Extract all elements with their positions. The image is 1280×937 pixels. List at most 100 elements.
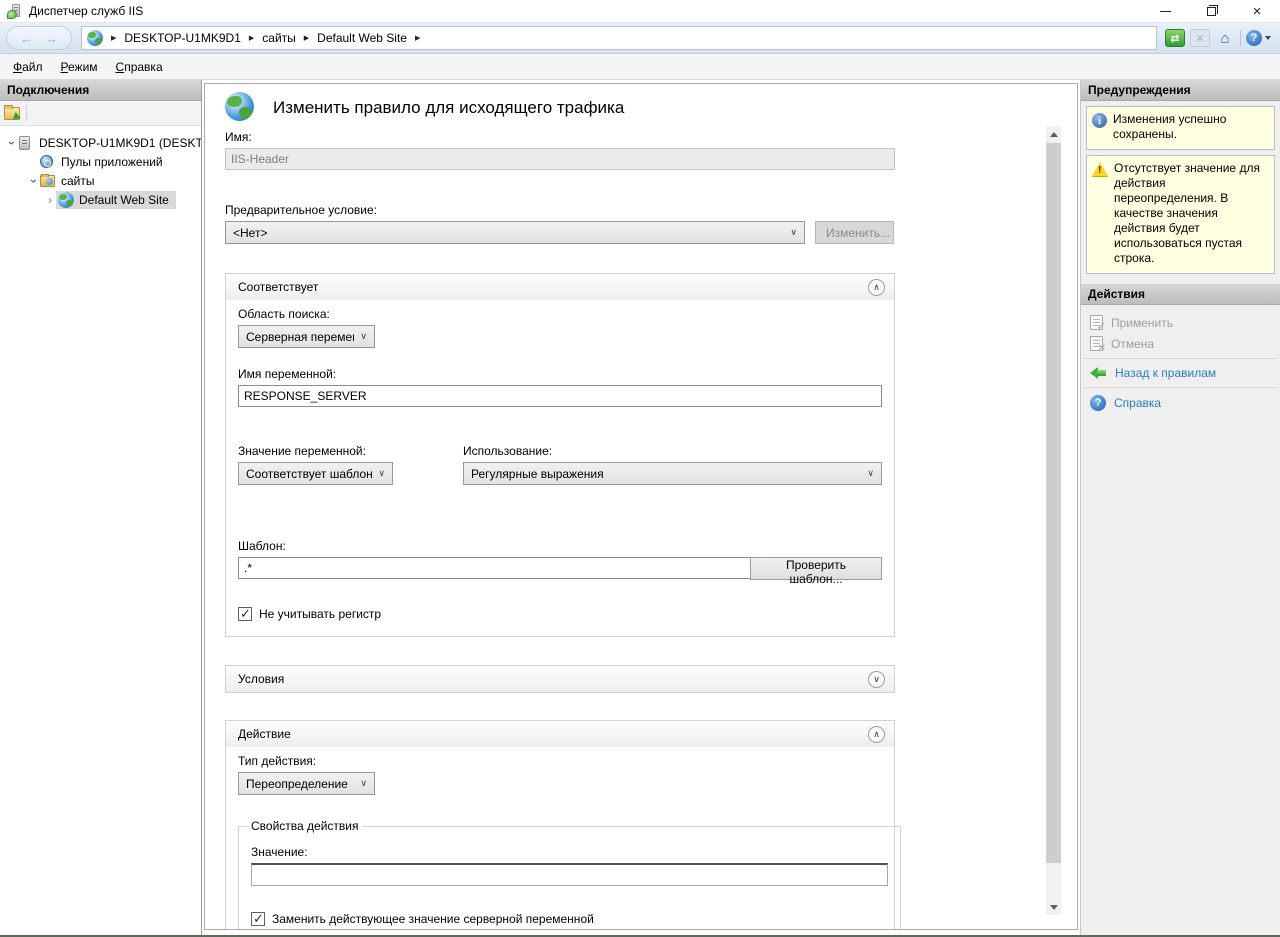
- collapse-icon[interactable]: [868, 279, 885, 296]
- tree-item-default-web-site[interactable]: Default Web Site: [0, 190, 201, 209]
- tree-item-label[interactable]: Пулы приложений: [61, 155, 166, 169]
- help-label[interactable]: Справка: [1114, 396, 1161, 410]
- content-wrap: Изменить правило для исходящего трафика …: [202, 80, 1080, 935]
- connections-toolbar: [0, 101, 201, 126]
- address-toolbar: ?: [1165, 29, 1271, 47]
- precondition-select[interactable]: <Нет>: [225, 221, 805, 244]
- scope-select[interactable]: Серверная переменн: [238, 325, 375, 348]
- scroll-down-icon[interactable]: [1046, 899, 1061, 915]
- server-icon: [19, 136, 30, 150]
- expand-icon[interactable]: [44, 193, 56, 207]
- page-globe-icon: [225, 92, 254, 121]
- precondition-value: <Нет>: [233, 226, 267, 240]
- pattern-label: Шаблон:: [238, 539, 882, 553]
- actions-divider: [1084, 387, 1277, 388]
- menu-help[interactable]: Справка: [107, 56, 172, 78]
- action-properties-group: Свойства действия Значение: Заменить дей…: [238, 819, 901, 930]
- warning-icon: [1092, 162, 1108, 176]
- tree-item-server[interactable]: DESKTOP-U1MK9D1 (DESKTOI: [0, 133, 201, 152]
- back-to-rules-link[interactable]: Назад к правилам: [1081, 363, 1280, 383]
- test-pattern-button[interactable]: Проверить шаблон...: [750, 557, 882, 580]
- menu-file[interactable]: Файл: [4, 56, 52, 78]
- scroll-up-icon[interactable]: [1046, 126, 1061, 142]
- apply-button: Применить: [1081, 312, 1280, 333]
- page-title: Изменить правило для исходящего трафика: [273, 98, 624, 118]
- home-icon[interactable]: [1215, 29, 1235, 47]
- expand-icon[interactable]: [868, 671, 885, 688]
- toolbar-divider: [1240, 30, 1241, 46]
- replace-value-checkbox[interactable]: [251, 912, 265, 926]
- apply-label: Применить: [1111, 316, 1173, 330]
- collapse-icon[interactable]: [28, 174, 40, 188]
- selected-tree-item[interactable]: Default Web Site: [56, 191, 176, 209]
- conditions-section-title: Условия: [238, 672, 284, 686]
- refresh-icon[interactable]: [1165, 29, 1185, 47]
- replace-value-label: Заменить действующее значение серверной …: [272, 912, 594, 926]
- restore-button[interactable]: [1188, 0, 1234, 22]
- titlebar: Диспетчер служб IIS ×: [0, 0, 1280, 22]
- back-to-rules-label[interactable]: Назад к правилам: [1115, 366, 1216, 380]
- breadcrumb-sites[interactable]: сайты: [262, 31, 296, 45]
- chevron-down-icon: [360, 778, 367, 789]
- variable-value-select[interactable]: Соответствует шаблону: [238, 462, 393, 485]
- variable-name-label: Имя переменной:: [238, 367, 882, 381]
- minimize-button[interactable]: [1142, 0, 1188, 22]
- action-value-input[interactable]: [251, 863, 888, 886]
- collapse-icon[interactable]: [868, 726, 885, 743]
- breadcrumb-arrow-icon[interactable]: [304, 34, 309, 42]
- action-type-label: Тип действия:: [238, 754, 882, 768]
- name-input: [225, 148, 895, 170]
- conditions-section-header[interactable]: Условия: [226, 666, 894, 692]
- edit-outbound-rule-page: Изменить правило для исходящего трафика …: [204, 83, 1078, 930]
- iis-manager-window: Диспетчер служб IIS × ← → DESKTOP-U1MK9D…: [0, 0, 1280, 937]
- tree-item-label[interactable]: сайты: [61, 174, 98, 188]
- cancel-icon: [1090, 336, 1103, 351]
- match-section-header[interactable]: Соответствует: [226, 274, 894, 300]
- actions-divider: [1084, 358, 1277, 359]
- breadcrumb[interactable]: DESKTOP-U1MK9D1 сайты Default Web Site: [81, 26, 1157, 50]
- action-type-select[interactable]: Переопределение: [238, 772, 375, 795]
- cancel-button: Отмена: [1081, 333, 1280, 354]
- ignore-case-checkbox[interactable]: [238, 607, 252, 621]
- breadcrumb-server[interactable]: DESKTOP-U1MK9D1: [124, 31, 240, 45]
- tree-item-app-pools[interactable]: Пулы приложений: [0, 152, 201, 171]
- close-button[interactable]: ×: [1234, 0, 1280, 22]
- vertical-scrollbar[interactable]: [1046, 126, 1061, 915]
- breadcrumb-current-site[interactable]: Default Web Site: [317, 31, 407, 45]
- back-nav-icon[interactable]: ←: [20, 31, 33, 46]
- chevron-down-icon: [360, 331, 367, 342]
- tree-item-label[interactable]: DESKTOP-U1MK9D1 (DESKTOI: [39, 136, 201, 150]
- alert-info: Изменения успешно сохранены.: [1086, 106, 1275, 150]
- variable-value-label: Значение переменной:: [238, 444, 463, 458]
- action-properties-legend: Свойства действия: [247, 819, 362, 833]
- alert-warning: Отсутствует значение для действия переоп…: [1086, 155, 1275, 274]
- breadcrumb-arrow-icon[interactable]: [415, 34, 420, 42]
- menu-bar: Файл Режим Справка: [0, 54, 1280, 80]
- help-link[interactable]: ? Справка: [1081, 392, 1280, 414]
- scrollbar-thumb[interactable]: [1046, 143, 1061, 863]
- help-icon: ?: [1246, 30, 1262, 46]
- menu-view[interactable]: Режим: [52, 56, 107, 78]
- site-globe-icon: [87, 30, 103, 46]
- forward-nav-icon[interactable]: →: [45, 31, 58, 46]
- connections-tree: DESKTOP-U1MK9D1 (DESKTOI Пулы приложений…: [0, 126, 201, 935]
- tree-item-label[interactable]: Default Web Site: [79, 193, 172, 207]
- edit-precondition-button: Изменить...: [815, 221, 894, 244]
- name-label: Имя:: [225, 130, 895, 144]
- help-menu-button[interactable]: ?: [1246, 30, 1271, 46]
- site-globe-icon: [58, 192, 74, 208]
- using-select[interactable]: Регулярные выражения: [463, 462, 882, 485]
- pattern-input[interactable]: [238, 557, 750, 579]
- main-area: Подключения DESKTOP-U1MK9D1 (DESKTOI Пул…: [0, 80, 1280, 935]
- breadcrumb-arrow-icon[interactable]: [111, 34, 116, 42]
- add-connection-icon[interactable]: [4, 107, 20, 120]
- apply-icon: [1090, 315, 1103, 330]
- collapse-icon[interactable]: [6, 136, 18, 150]
- tree-item-sites[interactable]: сайты: [0, 171, 201, 190]
- precondition-label: Предварительное условие:: [225, 203, 895, 217]
- iis-app-icon: [7, 3, 23, 19]
- address-bar: ← → DESKTOP-U1MK9D1 сайты Default Web Si…: [0, 22, 1280, 54]
- variable-name-input[interactable]: [238, 385, 882, 407]
- breadcrumb-arrow-icon[interactable]: [249, 34, 254, 42]
- action-section-header[interactable]: Действие: [226, 721, 894, 747]
